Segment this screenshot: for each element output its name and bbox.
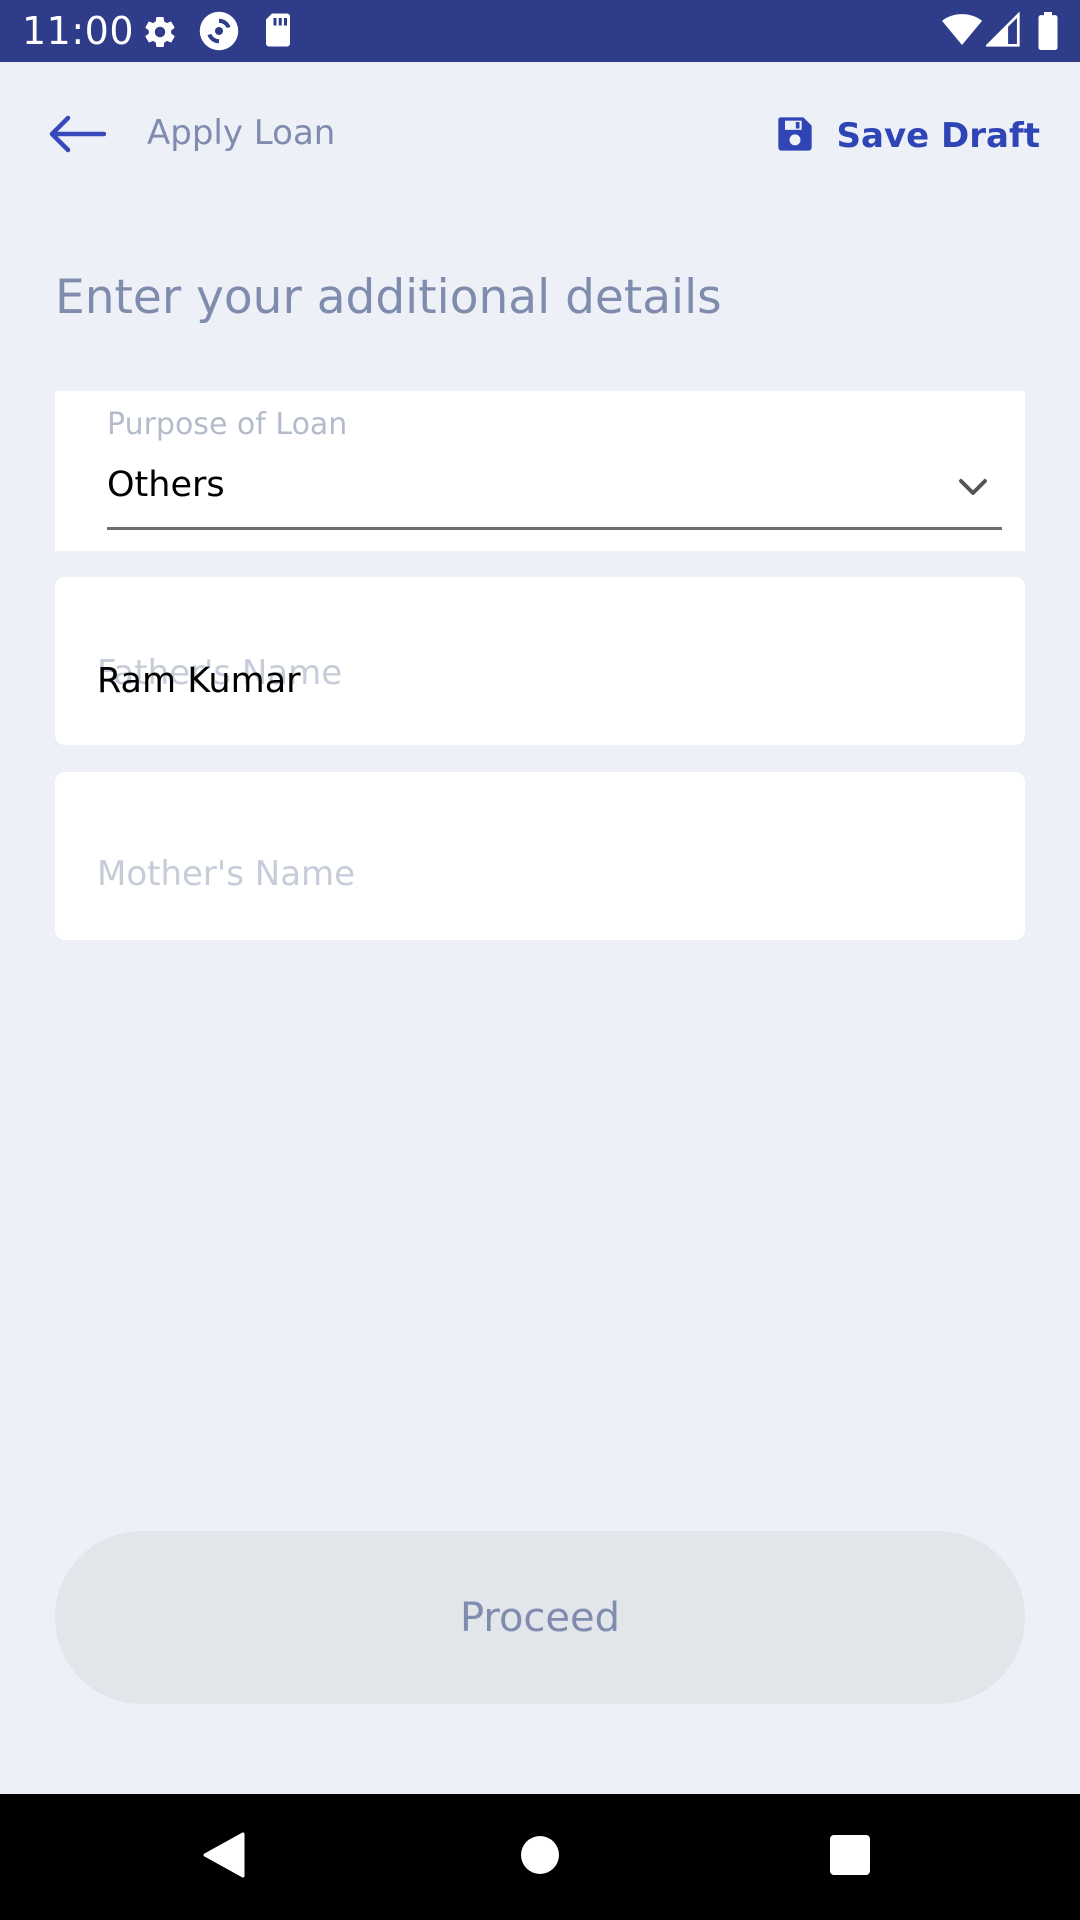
navigation-bar [0,1794,1080,1920]
back-button[interactable] [36,106,116,166]
nav-back-button[interactable] [191,1824,257,1890]
status-time: 11:00 [22,9,135,53]
sync-icon [198,10,240,56]
save-draft-label: Save Draft [836,116,1040,156]
purpose-of-loan-value: Others [107,465,225,505]
battery-icon [1038,12,1058,54]
recents-square-icon [829,1834,871,1880]
gear-icon [142,14,178,54]
purpose-of-loan-dropdown[interactable]: Purpose of Loan Others [55,391,1025,551]
wifi-icon [942,12,982,52]
proceed-label: Proceed [459,1594,621,1641]
purpose-of-loan-label: Purpose of Loan [107,407,348,442]
floppy-disk-icon [775,114,819,158]
nav-home-button[interactable] [507,1824,573,1890]
home-circle-icon [519,1834,561,1880]
father-name-field[interactable]: Father's Name Ram Kumar [55,577,1025,745]
status-bar: 11:00 [0,0,1080,62]
screen: 11:00 Apply Loan Save Draft Enter your a… [0,0,1080,1920]
dropdown-underline [107,527,1002,530]
sd-card-icon [262,12,294,52]
nav-recents-button[interactable] [817,1824,883,1890]
proceed-button[interactable]: Proceed [55,1531,1025,1704]
app-title: Apply Loan [147,113,336,153]
page-heading: Enter your additional details [55,270,722,325]
chevron-down-icon [955,469,991,505]
back-triangle-icon [201,1831,247,1883]
mother-name-field[interactable]: Mother's Name [55,772,1025,940]
save-draft-button[interactable]: Save Draft [775,108,1040,164]
arrow-left-icon [46,114,107,158]
signal-icon [984,11,1020,52]
mother-name-placeholder: Mother's Name [97,854,356,894]
father-name-value: Ram Kumar [97,661,301,701]
